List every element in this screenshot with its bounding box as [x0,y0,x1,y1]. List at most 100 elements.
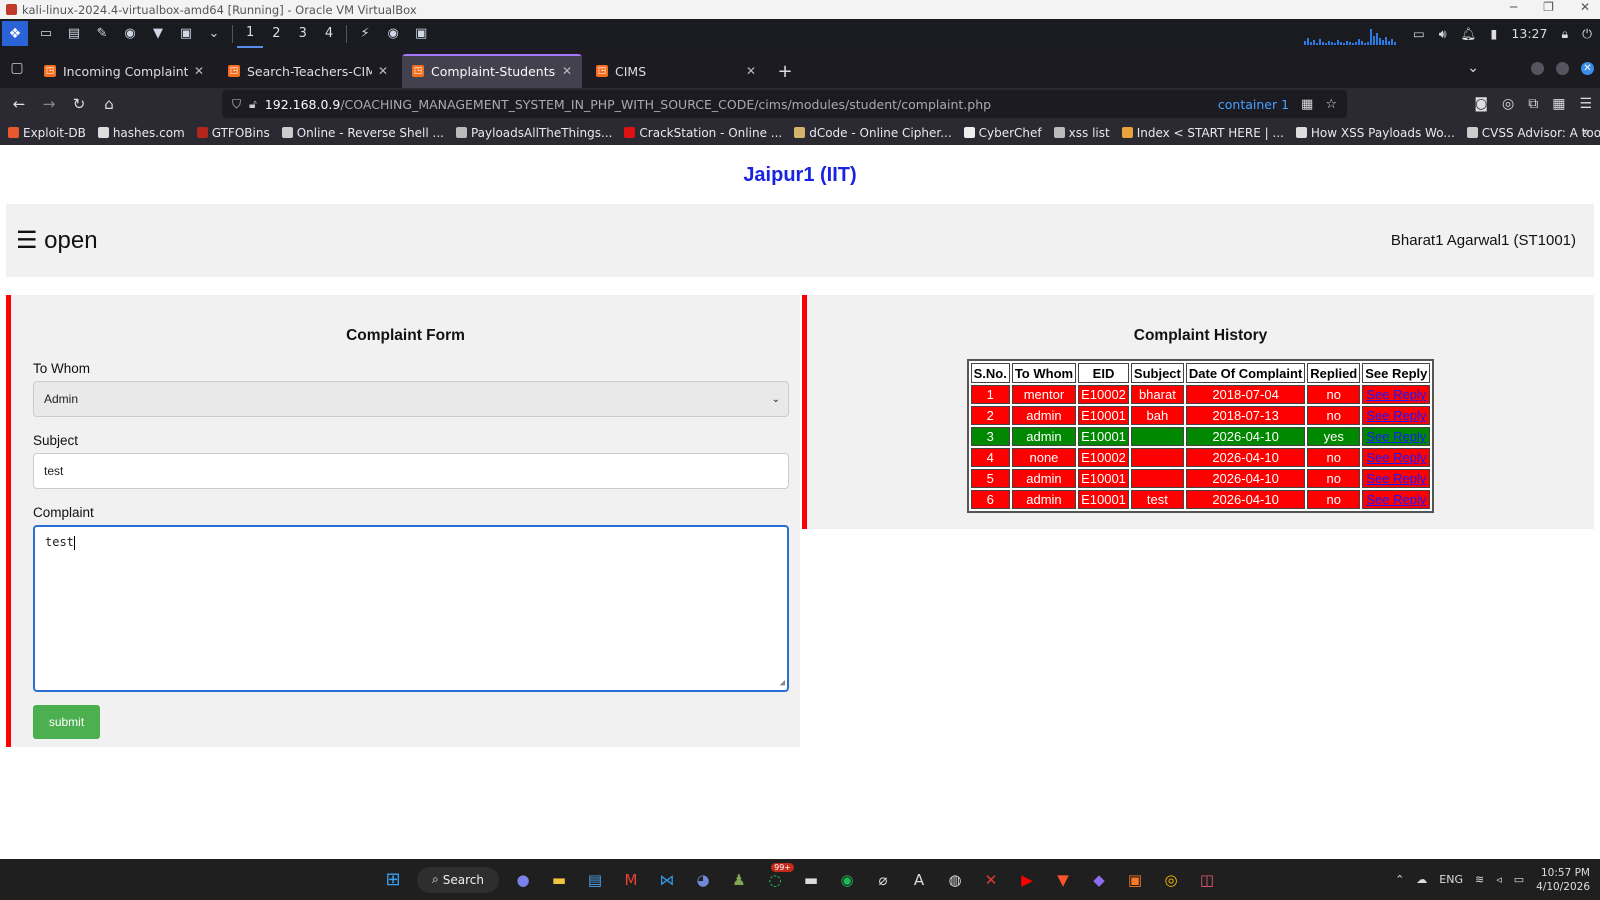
chrome-icon[interactable]: ◎ [1157,866,1185,894]
more-bookmarks-icon[interactable]: » [1582,125,1590,140]
brave-icon[interactable]: ▼ [147,23,169,45]
to-whom-select[interactable]: Admin ⌄ [33,381,789,417]
file-manager-icon[interactable]: ▤ [63,23,85,45]
new-tab-button[interactable]: + [770,54,800,88]
workspace-1[interactable]: 1 [237,19,264,48]
chevron-down-icon[interactable]: ⌄ [1467,60,1479,76]
wifi-icon[interactable]: ≋ [1475,873,1484,886]
forward-icon[interactable]: → [34,90,64,118]
reload-icon[interactable]: ↻ [64,90,94,118]
whatsapp-icon[interactable]: ◌ 99+ [761,862,794,894]
apps-icon[interactable]: ▦ [1552,96,1565,112]
app-a-icon[interactable]: A [905,866,933,894]
kali-menu-icon[interactable]: ❖ [2,21,28,46]
terminal-window-icon[interactable]: ▣ [410,23,432,45]
xampp-icon[interactable]: ▣ [1121,866,1149,894]
see-reply-link[interactable]: See Reply [1366,408,1426,423]
volume-icon[interactable]: 🔊︎ [1439,26,1447,42]
text-editor-icon[interactable]: ✎ [91,23,113,45]
workspace-4[interactable]: 4 [316,19,342,48]
bookmark-item[interactable]: CVSS Advisor: A tool t... [1466,126,1600,140]
see-reply-link[interactable]: See Reply [1366,387,1426,402]
chevron-down-icon[interactable]: ⌄ [203,23,225,45]
close-tab-icon[interactable]: ✕ [194,64,204,78]
speaker-icon[interactable]: ◃ [1496,873,1502,886]
site-brand[interactable]: Jaipur1 (IIT) [0,164,1600,192]
bookmark-item[interactable]: CrackStation - Online ... [624,126,782,140]
pocket-icon[interactable]: ◙ [1474,96,1488,112]
url-bar[interactable]: ⛉ 🔓︎ 192.168.0.9/COACHING_MANAGEMENT_SYS… [222,90,1347,118]
bookmark-item[interactable]: hashes.com [97,126,185,140]
teams-icon[interactable]: ● [509,866,537,894]
workspace-3[interactable]: 3 [290,19,316,48]
terminal-app-icon[interactable]: ▬ [797,866,825,894]
maximize-button[interactable]: ❐ [1543,0,1554,14]
battery-tray-icon[interactable]: ▭ [1514,873,1524,886]
bookmark-item[interactable]: xss list [1053,126,1110,140]
bookmark-star-icon[interactable]: ☆ [1325,97,1337,112]
app-window-icon[interactable]: ⚡ [354,23,376,45]
list-all-tabs-icon[interactable]: ▢ [0,48,34,88]
bookmark-item[interactable]: PayloadsAllTheThings... [455,126,612,140]
lock-icon[interactable]: 🔒︎ [1561,26,1568,42]
open-menu-button[interactable]: ☰ open [16,226,98,255]
container-label[interactable]: container 1 [1218,97,1289,112]
firefox-icon[interactable]: ◉ [119,23,141,45]
grid-icon[interactable]: ▦ [1301,97,1313,112]
back-icon[interactable]: ← [4,90,34,118]
tab-search-teachers[interactable]: ◳ Search-Teachers-CIMS ✕ [218,54,398,88]
firefox-window-icon[interactable]: ◉ [382,23,404,45]
app-red-icon[interactable]: ✕ [977,866,1005,894]
brave-taskbar-icon[interactable]: ▼ [1049,866,1077,894]
taskbar-search[interactable]: ⌕ Search [417,866,499,893]
close-tab-icon[interactable]: ✕ [562,64,572,78]
chevron-up-icon[interactable]: ⌃ [1395,873,1404,886]
see-reply-link[interactable]: See Reply [1366,429,1426,444]
insecure-lock-icon[interactable]: 🔓︎ [249,97,257,112]
account-icon[interactable]: ◎ [1502,96,1514,112]
subject-input[interactable]: test [33,453,789,489]
see-reply-link[interactable]: See Reply [1366,471,1426,486]
bookmark-item[interactable]: GTFOBins [196,126,270,140]
complaint-textarea[interactable]: test ◢ [33,525,789,692]
menu-icon[interactable]: ☰ [1579,96,1592,112]
obsidian-icon[interactable]: ◆ [1085,866,1113,894]
youtube-icon[interactable]: ▶ [1013,866,1041,894]
file-explorer-icon[interactable]: ▬ [545,866,573,894]
github-icon[interactable]: ◍ [941,866,969,894]
notification-icon[interactable]: 🔔︎ [1461,26,1477,42]
discord-icon[interactable]: ◕ [689,866,717,894]
bookmark-item[interactable]: dCode - Online Cipher... [794,126,952,140]
power-icon[interactable]: ⏻ [1582,26,1592,42]
workspace-2[interactable]: 2 [263,19,289,48]
language-indicator[interactable]: ENG [1439,873,1463,886]
see-reply-link[interactable]: See Reply [1366,492,1426,507]
submit-button[interactable]: submit [33,705,100,739]
shield-icon[interactable]: ⛉ [232,97,241,112]
bookmark-item[interactable]: CyberChef [963,126,1042,140]
display-icon[interactable]: ▭ [1413,26,1425,41]
terminal-icon[interactable]: ▣ [175,23,197,45]
battery-icon[interactable]: ▮ [1491,26,1498,41]
close-tab-icon[interactable]: ✕ [378,64,388,78]
desktop-icon[interactable]: ▭ [35,23,57,45]
minimize-button[interactable]: ─ [1510,0,1517,14]
cloud-icon[interactable]: ☁ [1416,873,1427,886]
bookmark-item[interactable]: Index < START HERE | ... [1121,126,1284,140]
virtualbox-taskbar-icon[interactable]: ◫ [1193,866,1221,894]
bookmark-item[interactable]: Online - Reverse Shell ... [281,126,444,140]
vscode-icon[interactable]: ⋈ [653,866,681,894]
gmail-icon[interactable]: M [617,866,645,894]
taskbar-clock[interactable]: 10:57 PM 4/10/2026 [1536,866,1590,894]
close-dot-icon[interactable]: ✕ [1581,61,1594,75]
store-icon[interactable]: ▤ [581,866,609,894]
bookmark-item[interactable]: Exploit-DB [8,126,86,140]
home-icon[interactable]: ⌂ [94,90,124,118]
spotify-icon[interactable]: ◉ [833,866,861,894]
chess-icon[interactable]: ♟ [725,866,753,894]
bookmark-item[interactable]: How XSS Payloads Wo... [1295,126,1455,140]
minimize-dot-icon[interactable] [1531,61,1544,75]
extensions-icon[interactable]: ⧉ [1528,96,1538,112]
notion-icon[interactable]: ⌀ [869,866,897,894]
maximize-dot-icon[interactable] [1556,61,1569,75]
